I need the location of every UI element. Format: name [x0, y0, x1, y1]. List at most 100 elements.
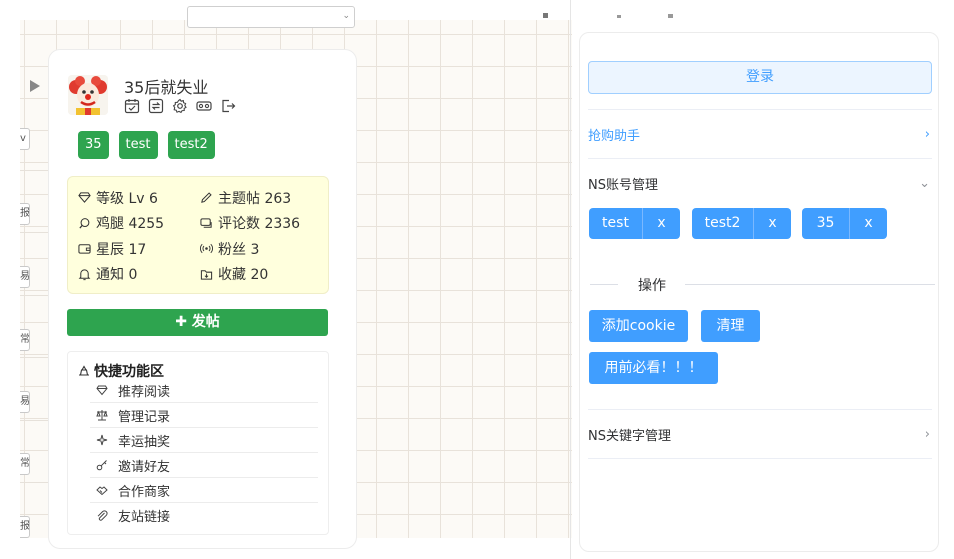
- divider: [588, 158, 932, 159]
- quick-item-admin-log[interactable]: 管理记录: [90, 403, 318, 428]
- wallet-icon: [78, 244, 91, 254]
- add-cookie-button[interactable]: 添加cookie: [589, 310, 688, 342]
- account-name-button[interactable]: 35: [802, 208, 849, 239]
- hat-icon: [79, 365, 89, 376]
- stat-label: 星辰 17: [96, 241, 147, 258]
- strip-button[interactable]: v: [20, 128, 30, 150]
- strip-divider: [20, 357, 48, 358]
- stat-label: 通知 0: [96, 267, 138, 284]
- stat-label: 粉丝 3: [218, 241, 260, 258]
- chevron-down-icon: ⌄: [342, 11, 350, 21]
- screen: ⌄ v 报 易 常 易 常 报 35后就失业 35 test test2 等级 …: [0, 0, 954, 559]
- strip-divider: [20, 420, 48, 421]
- drumstick-icon: [79, 217, 90, 229]
- strip-button[interactable]: 报: [20, 203, 30, 225]
- toolbar-mark: [543, 13, 548, 18]
- login-button[interactable]: 登录: [588, 61, 932, 94]
- vr-glasses-icon[interactable]: [196, 98, 212, 114]
- helper-label: 抢购助手: [588, 128, 641, 144]
- divider: [588, 458, 932, 459]
- account-name-button[interactable]: test2: [692, 208, 753, 239]
- strip-divider: [20, 232, 48, 233]
- user-tag[interactable]: 35: [78, 131, 109, 159]
- strip-button[interactable]: 报: [20, 516, 30, 538]
- quick-item-label: 合作商家: [118, 484, 171, 500]
- account-remove-button[interactable]: x: [642, 208, 680, 239]
- readme-button[interactable]: 用前必看！！！: [589, 352, 718, 384]
- gem-icon: [96, 385, 108, 396]
- user-tag[interactable]: test: [118, 131, 158, 159]
- chevron-right-icon: ›: [924, 426, 930, 442]
- quick-item-label: 推荐阅读: [118, 384, 171, 400]
- account-remove-button[interactable]: x: [849, 208, 887, 239]
- calendar-check-icon[interactable]: [124, 98, 140, 114]
- username[interactable]: 35后就失业: [124, 74, 208, 98]
- quick-item-invite[interactable]: 邀请好友: [90, 453, 318, 478]
- scale-icon: [96, 410, 108, 421]
- quick-item-label: 管理记录: [118, 409, 171, 425]
- strip-button[interactable]: 易: [20, 266, 30, 288]
- clear-button[interactable]: 清理: [701, 310, 760, 342]
- avatar[interactable]: [68, 75, 108, 115]
- bell-icon: [78, 269, 91, 280]
- quick-item-partners[interactable]: 合作商家: [90, 478, 318, 503]
- quick-list: 推荐阅读 管理记录 幸运抽奖 邀请好友 合作商家 友站链接: [90, 378, 318, 528]
- strip-divider: [20, 482, 48, 483]
- quick-item-label: 友站链接: [118, 510, 171, 525]
- user-actions: [124, 98, 236, 114]
- top-select[interactable]: ⌄: [187, 6, 355, 28]
- account-mgmt-header[interactable]: NS账号管理 ⌄: [588, 173, 932, 193]
- logout-icon[interactable]: [220, 98, 236, 114]
- paperclip-icon: [97, 509, 108, 521]
- quick-item-recommended[interactable]: 推荐阅读: [90, 378, 318, 403]
- swap-icon[interactable]: [148, 98, 164, 114]
- stat-drumstick[interactable]: 鸡腿 4255: [78, 213, 200, 233]
- pane-divider[interactable]: [570, 0, 571, 559]
- stat-fans[interactable]: 粉丝 3: [200, 239, 322, 259]
- quick-item-friend-links[interactable]: 友站链接: [90, 503, 318, 528]
- quick-item-label: 邀请好友: [118, 459, 171, 475]
- strip-button[interactable]: 常: [20, 453, 30, 475]
- stat-label: 等级 Lv 6: [96, 190, 158, 207]
- stat-notifications[interactable]: 通知 0: [78, 264, 200, 284]
- account-tag: 35 x: [802, 208, 887, 239]
- ops-label: 操作: [628, 275, 676, 295]
- stat-label: 评论数 2336: [218, 216, 301, 233]
- stat-bookmarks[interactable]: 收藏 20: [200, 264, 322, 284]
- diamond-icon: [78, 192, 91, 204]
- helper-panel: 登录 抢购助手 › NS账号管理 ⌄ test x test2 x 35 x 操…: [579, 32, 939, 552]
- toolbar-mark: [668, 14, 673, 18]
- account-tag: test2 x: [692, 208, 791, 239]
- stat-topics[interactable]: 主题帖 263: [200, 188, 322, 208]
- account-tag: test x: [589, 208, 680, 239]
- account-name-button[interactable]: test: [589, 208, 642, 239]
- stat-label: 主题帖 263: [218, 190, 292, 207]
- strip-divider: [20, 295, 48, 296]
- helper-section-header[interactable]: 抢购助手 ›: [588, 124, 932, 144]
- key-icon: [96, 460, 107, 471]
- quick-item-label: 幸运抽奖: [118, 434, 171, 450]
- gear-icon[interactable]: [172, 98, 188, 114]
- keyword-mgmt-header[interactable]: NS关键字管理 ›: [588, 424, 932, 444]
- toolbar-mark: [617, 15, 621, 18]
- user-tag[interactable]: test2: [167, 131, 215, 159]
- handshake-icon: [96, 486, 108, 496]
- new-post-button[interactable]: ✚ 发帖: [67, 309, 328, 336]
- bookmark-icon: [200, 270, 213, 280]
- account-mgmt-label: NS账号管理: [588, 177, 658, 193]
- play-icon[interactable]: [30, 80, 40, 92]
- pencil-icon: [201, 192, 212, 204]
- stat-label: 鸡腿 4255: [96, 216, 165, 233]
- clown-avatar-icon: [68, 75, 108, 115]
- left-strip: v 报 易 常 易 常 报: [20, 40, 48, 538]
- strip-button[interactable]: 常: [20, 329, 30, 351]
- quick-item-lottery[interactable]: 幸运抽奖: [90, 428, 318, 453]
- chevron-right-icon: ›: [924, 126, 930, 142]
- account-remove-button[interactable]: x: [753, 208, 791, 239]
- stat-level[interactable]: 等级 Lv 6: [78, 188, 200, 208]
- strip-button[interactable]: 易: [20, 391, 30, 413]
- stat-label: 收藏 20: [218, 267, 269, 284]
- stat-comments[interactable]: 评论数 2336: [200, 213, 322, 233]
- divider: [588, 409, 932, 410]
- stat-stars[interactable]: 星辰 17: [78, 239, 200, 259]
